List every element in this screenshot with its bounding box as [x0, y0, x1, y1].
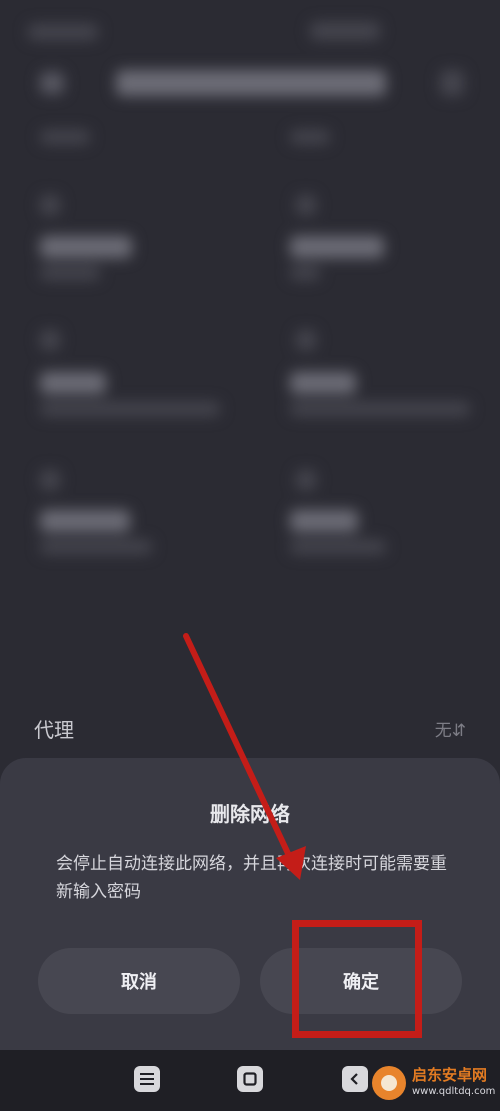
- detail-caption: [40, 402, 220, 416]
- detail-icon: [40, 330, 60, 350]
- proxy-value-text: 无: [434, 721, 452, 741]
- detail-value: [290, 372, 356, 394]
- network-name-title: [116, 70, 386, 96]
- watermark-brand: 启东安卓网: [412, 1066, 488, 1084]
- detail-value: [290, 236, 384, 258]
- menu-icon[interactable]: [134, 1066, 160, 1092]
- detail-icon: [40, 195, 60, 215]
- detail-icon: [296, 195, 316, 215]
- dialog-message: 会停止自动连接此网络，并且再次连接时可能需要重新输入密码: [56, 854, 447, 902]
- proxy-value: 无⇵: [435, 716, 466, 741]
- detail-value: [290, 510, 358, 532]
- cancel-button[interactable]: 取消: [38, 948, 240, 1014]
- detail-value: [40, 236, 132, 258]
- delete-network-dialog: 删除网络 会停止自动连接此网络，并且再次连接时可能需要重新输入密码 取消 确定: [0, 758, 500, 1050]
- watermark-url: www.qdltdq.com: [412, 1086, 496, 1097]
- detail-value: [40, 510, 130, 532]
- proxy-label: 代理: [34, 718, 74, 742]
- status-bar-icons: [310, 22, 380, 40]
- detail-caption: [290, 266, 320, 280]
- more-icon: [440, 70, 464, 96]
- status-bar-time: [28, 24, 98, 40]
- detail-icon: [296, 330, 316, 350]
- brand-logo-icon: [372, 1066, 406, 1100]
- section-label: [40, 130, 90, 144]
- detail-caption: [290, 540, 386, 554]
- chevron-updown-icon: ⇵: [451, 721, 466, 741]
- section-label: [290, 130, 330, 144]
- home-icon[interactable]: [237, 1066, 263, 1092]
- detail-value: [40, 372, 106, 394]
- detail-icon: [40, 470, 60, 490]
- back-arrow-icon: [40, 72, 64, 94]
- detail-caption: [40, 266, 100, 280]
- dialog-title: 删除网络: [210, 802, 290, 826]
- back-icon[interactable]: [342, 1066, 368, 1092]
- detail-caption: [40, 540, 152, 554]
- site-watermark: 启东安卓网 www.qdltdq.com: [372, 1060, 496, 1106]
- blurred-network-details: [0, 0, 500, 700]
- proxy-setting-row[interactable]: 代理 无⇵: [0, 700, 500, 758]
- detail-caption: [290, 402, 470, 416]
- detail-icon: [296, 470, 316, 490]
- annotation-highlight-box: [292, 920, 422, 1038]
